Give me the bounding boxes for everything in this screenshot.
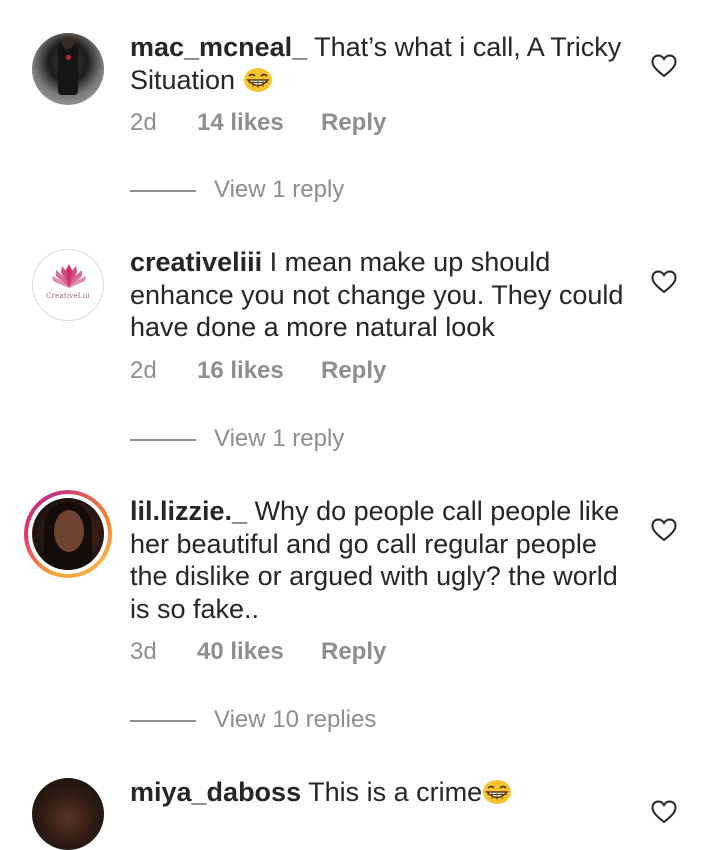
comment-text: miya_daboss This is a crime	[130, 776, 630, 809]
comment-username[interactable]: miya_daboss	[130, 777, 301, 807]
comment-body: This is a crime	[308, 777, 483, 807]
comment-item: miya_daboss This is a crime	[0, 0, 720, 850]
heart-outline-icon[interactable]	[651, 800, 677, 824]
grinning-face-emoji-icon	[483, 780, 512, 804]
avatar[interactable]	[32, 778, 104, 850]
